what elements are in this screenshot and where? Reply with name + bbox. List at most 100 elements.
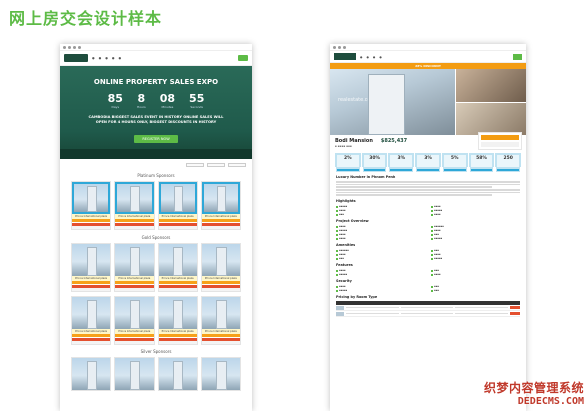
features-list: ▪▪▪▪ ▪▪▪ ▪▪▪▪▪ ▪▪▪▪: [336, 269, 520, 276]
property-card[interactable]: [200, 357, 241, 391]
discount-tile: 250: [495, 153, 522, 172]
hero-tagline: CAMBODIA BIGGEST SALES EVENT IN HISTORY …: [88, 115, 224, 124]
browser-bar: [60, 44, 252, 51]
property-card[interactable]: [71, 357, 112, 391]
property-card[interactable]: [157, 357, 198, 391]
register-button[interactable]: REGISTER NOW: [134, 135, 178, 143]
property-card[interactable]: Prince International plaza: [71, 296, 112, 345]
property-card[interactable]: Prince International plaza: [157, 181, 198, 230]
filter-dropdown[interactable]: [228, 163, 246, 167]
section-title-silver: Silver Sponsors: [140, 349, 172, 354]
expo-homepage-screenshot: ● ● ● ● ● ONLINE PROPERTY SALES EXPO 85 D…: [60, 44, 252, 411]
table-row[interactable]: [336, 311, 521, 318]
nav-cta-button[interactable]: [513, 53, 522, 60]
pricing-table: [336, 301, 521, 318]
property-card[interactable]: Prince International plaza: [200, 181, 241, 230]
enquire-button[interactable]: [481, 135, 519, 140]
property-card[interactable]: Prince International plaza: [200, 296, 241, 345]
filter-bar: [60, 159, 252, 171]
discount-tile: 3%: [415, 153, 441, 172]
section-heading: Features: [336, 263, 353, 268]
nav-item[interactable]: ●: [360, 55, 362, 59]
property-card[interactable]: Prince International plaza: [200, 243, 241, 292]
nav-cta-button[interactable]: [238, 55, 248, 61]
countdown-minutes: 08 Minutes: [159, 92, 176, 110]
amenities-list: ▪▪▪▪▪▪ ▪▪▪ ▪▪▪▪ ▪▪▪▪ ▪▪▪ ▪▪▪▪▪: [336, 249, 520, 260]
discount-tiles: 2% 30% 3% 3% 5% 58% 250: [330, 151, 526, 172]
discount-tile: 5%: [441, 153, 468, 172]
overview-list: ▪▪▪▪ ▪▪▪▪▪▪ ▪▪▪▪▪ ▪▪▪▪ ▪▪▪▪ ▪▪▪ ▪▪▪▪ ▪▪▪▪▪: [336, 225, 520, 240]
nav-item[interactable]: ●: [92, 56, 95, 60]
security-list: ▪▪▪▪ ▪▪▪ ▪▪▪▪▪ ▪▪▪: [336, 285, 520, 292]
section-title-gold: Gold Sponsors: [141, 235, 171, 240]
hero-title: ONLINE PROPERTY SALES EXPO: [93, 78, 219, 86]
nav-item[interactable]: ●: [112, 56, 115, 60]
sponsor-grid-silver: [60, 357, 252, 391]
hero-subtitle: [60, 66, 252, 78]
property-detail-screenshot: ● ● ● ● 28% DISCOUNT realestate.com.kh B…: [330, 44, 526, 411]
contact-sidebar: [478, 132, 522, 150]
property-card[interactable]: Prince International plaza: [71, 243, 112, 292]
property-location: ▪ ▪▪▪▪ ▪▪▪: [335, 144, 352, 148]
filter-dropdown[interactable]: [207, 163, 225, 167]
expo-hero: ONLINE PROPERTY SALES EXPO 85 Days 8 Hours…: [60, 66, 252, 159]
section-heading: Amenities: [336, 243, 356, 248]
site-logo[interactable]: [334, 53, 356, 60]
photo-gallery[interactable]: realestate.com.kh: [330, 69, 526, 135]
countdown-seconds: 55 Seconds: [189, 92, 205, 110]
property-card[interactable]: Prince International plaza: [114, 181, 155, 230]
property-image: [201, 182, 240, 214]
section-heading: Project Overview: [336, 219, 369, 224]
nav-item[interactable]: ●: [373, 55, 375, 59]
sponsor-grid-platinum: Prince International plaza Prince Intern…: [60, 181, 252, 230]
countdown: 85 Days 8 Hours 08 Minutes 55 Seconds: [60, 92, 252, 110]
sponsor-grid-gold: Prince International plaza Prince Intern…: [60, 243, 252, 292]
property-price: $825,437: [380, 138, 408, 144]
nav-item[interactable]: ●: [379, 55, 381, 59]
agent-card: [481, 142, 519, 147]
section-heading: Luxury Number in Phnom Penh: [336, 175, 396, 179]
property-card[interactable]: Prince International plaza: [114, 243, 155, 292]
gallery-thumb[interactable]: [456, 69, 526, 102]
property-image: [115, 182, 154, 214]
site-nav: ● ● ● ● ●: [60, 51, 252, 66]
nav-item[interactable]: ●: [119, 56, 122, 60]
section-heading: Pricing by Room Type: [336, 295, 378, 300]
discount-tile: 58%: [468, 153, 495, 172]
section-heading: Highlights: [336, 199, 356, 204]
discount-bar: [72, 219, 111, 222]
highlights-list: ▪▪▪▪▪ ▪▪▪▪ ▪▪▪▪ ▪▪▪▪▪ ▪▪▪ ▪▪▪▪: [336, 205, 520, 216]
discount-bar: [201, 219, 240, 222]
gallery-thumbnails: [456, 69, 526, 135]
browser-bar: [330, 44, 526, 51]
property-card[interactable]: Prince International plaza: [114, 296, 155, 345]
discount-bar: [115, 219, 154, 222]
filter-dropdown[interactable]: [186, 163, 204, 167]
discount-tile: 3%: [388, 153, 415, 172]
countdown-hours: 8 Hours: [136, 92, 146, 110]
property-image: [158, 182, 197, 214]
photo-watermark: realestate.com.kh: [338, 97, 384, 103]
property-card[interactable]: Prince International plaza: [71, 181, 112, 230]
gallery-main-photo[interactable]: realestate.com.kh: [330, 69, 456, 135]
section-heading: Security: [336, 279, 352, 284]
countdown-days: 85 Days: [107, 92, 123, 110]
site-watermark: 织梦内容管理系统 DEDECMS.COM: [483, 381, 584, 407]
discount-tile: 2%: [335, 153, 361, 172]
page-title: 网上房交会设计样本: [9, 9, 163, 28]
property-card[interactable]: Prince International plaza: [157, 243, 198, 292]
nav-item[interactable]: ●: [366, 55, 368, 59]
site-logo[interactable]: [64, 54, 88, 62]
skyline-illustration: [60, 149, 252, 159]
property-card[interactable]: [114, 357, 155, 391]
property-image: [72, 182, 111, 214]
discount-bar: [158, 219, 197, 222]
nav-item[interactable]: ●: [105, 56, 108, 60]
site-nav: ● ● ● ●: [330, 51, 526, 63]
description-text: [336, 181, 520, 197]
nav-item[interactable]: ●: [99, 56, 102, 60]
section-title-platinum: Platinum Sponsors: [137, 173, 175, 178]
gallery-thumb[interactable]: [456, 102, 526, 135]
discount-tile: 30%: [361, 153, 388, 172]
property-card[interactable]: Prince International plaza: [157, 296, 198, 345]
